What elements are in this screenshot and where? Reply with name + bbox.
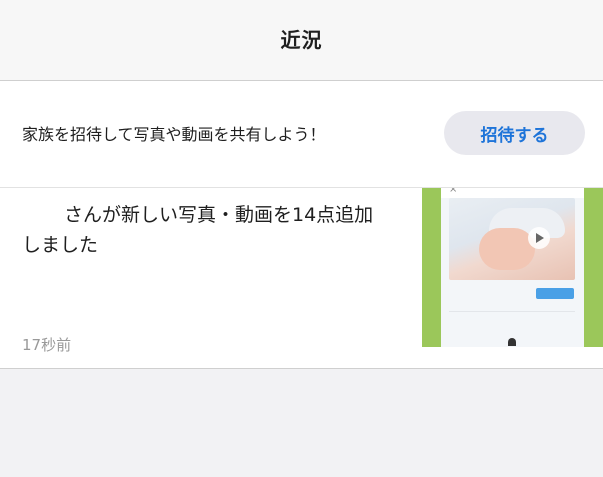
thumbnail-photo (449, 198, 575, 280)
thumbnail-divider (449, 311, 575, 312)
activity-message-line2: しました (22, 234, 99, 256)
thumbnail-screen: × (441, 188, 584, 347)
thumbnail-close-icon: × (449, 188, 458, 195)
activity-thumbnail[interactable]: × (422, 188, 603, 347)
activity-message: さんが新しい写真・動画を14点追加 しました (22, 200, 412, 260)
invite-button[interactable]: 招待する (444, 111, 585, 155)
invite-banner: 家族を招待して写真や動画を共有しよう！ 招待する (0, 81, 603, 188)
activity-message-line1: さんが新しい写真・動画を14点追加 (64, 204, 374, 226)
baby-face-shape (479, 228, 535, 270)
activity-item[interactable]: さんが新しい写真・動画を14点追加 しました 17秒前 × (0, 188, 603, 369)
top-header: 近況 (0, 0, 603, 81)
page-title: 近況 (280, 27, 323, 52)
thumbnail-topbar: × (441, 188, 584, 198)
thumbnail-action-button (536, 288, 574, 299)
play-icon (528, 227, 550, 249)
activity-timestamp: 17秒前 (22, 336, 72, 354)
person-icon (508, 338, 516, 346)
invite-message: 家族を招待して写真や動画を共有しよう！ (22, 125, 326, 144)
